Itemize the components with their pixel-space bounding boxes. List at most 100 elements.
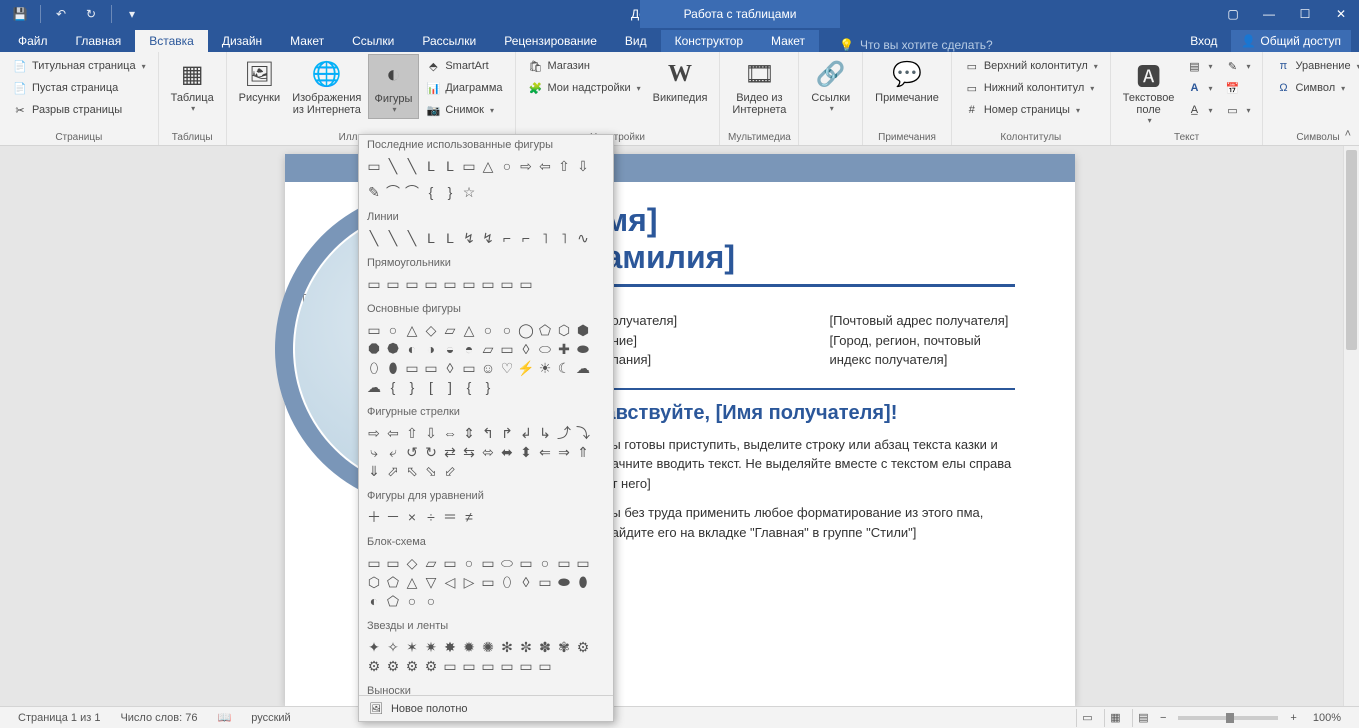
signin-button[interactable]: Вход	[1176, 30, 1231, 52]
save-button[interactable]: 💾	[6, 2, 34, 26]
shape-option[interactable]: ▭	[555, 554, 573, 572]
tab-layout-table[interactable]: Макет	[757, 30, 819, 52]
shape-option[interactable]: ▭	[441, 554, 459, 572]
footer-button[interactable]: ▭Нижний колонтитул▾	[960, 78, 1102, 98]
minimize-button[interactable]: —	[1251, 2, 1287, 26]
shape-option[interactable]: }	[403, 378, 421, 396]
zoom-level[interactable]: 100%	[1303, 712, 1351, 724]
quickparts-button[interactable]: ▤▾	[1182, 56, 1216, 76]
shape-option[interactable]: ⬠	[384, 592, 402, 610]
wordart-button[interactable]: A▾	[1182, 78, 1216, 98]
shape-option[interactable]: ⇓	[365, 462, 383, 480]
shape-option[interactable]: ╲	[403, 157, 421, 175]
textbox-button[interactable]: 🅰Текстовое поле▾	[1117, 54, 1181, 129]
shape-option[interactable]: ⬮	[384, 359, 402, 377]
status-language[interactable]: русский	[241, 712, 300, 724]
shape-option[interactable]: ○	[403, 592, 421, 610]
zoom-slider[interactable]	[1178, 716, 1278, 720]
shape-option[interactable]: L	[422, 229, 440, 247]
shape-option[interactable]: ☆	[460, 183, 478, 201]
shape-option[interactable]: ×	[403, 508, 421, 526]
shape-option[interactable]: ✽	[536, 638, 554, 656]
tab-references[interactable]: Ссылки	[338, 30, 408, 52]
shape-option[interactable]: ⇧	[403, 424, 421, 442]
shape-option[interactable]: ▭	[460, 657, 478, 675]
datetime-button[interactable]: 📅	[1220, 78, 1254, 98]
shape-option[interactable]: ⬀	[384, 462, 402, 480]
shape-option[interactable]: ╲	[384, 157, 402, 175]
shape-option[interactable]: ☁	[365, 378, 383, 396]
shape-option[interactable]: ◊	[517, 573, 535, 591]
shape-option[interactable]: ✧	[384, 638, 402, 656]
shape-option[interactable]: △	[403, 321, 421, 339]
shape-option[interactable]: ⬢	[574, 321, 592, 339]
shape-option[interactable]: ▭	[517, 275, 535, 293]
doc-heading-name[interactable]: мя]	[605, 202, 1015, 239]
shape-option[interactable]: }	[479, 378, 497, 396]
shape-option[interactable]: ╲	[384, 229, 402, 247]
shape-option[interactable]: ⇑	[574, 443, 592, 461]
shape-option[interactable]: ◇	[422, 321, 440, 339]
shape-option[interactable]: ⇆	[460, 443, 478, 461]
shape-option[interactable]: ✹	[460, 638, 478, 656]
shape-option[interactable]: L	[441, 157, 459, 175]
shape-option[interactable]: ◐	[403, 340, 421, 358]
shape-option[interactable]: ⚙	[574, 638, 592, 656]
shape-option[interactable]: ▭	[536, 657, 554, 675]
shape-option[interactable]: ⬍	[517, 443, 535, 461]
doc-heading-surname[interactable]: амилия]	[605, 239, 1015, 276]
my-addins-button[interactable]: 🧩Мои надстройки▾	[524, 78, 645, 98]
pictures-button[interactable]: 🖼Рисунки	[233, 54, 286, 108]
shape-option[interactable]: ⇨	[365, 424, 383, 442]
shape-option[interactable]: ⚡	[517, 359, 535, 377]
smartart-button[interactable]: ⬘SmartArt	[421, 56, 506, 76]
shape-option[interactable]: ⬄	[479, 443, 497, 461]
shape-option[interactable]: ▱	[479, 340, 497, 358]
view-read-button[interactable]: ▭	[1076, 709, 1098, 727]
shape-option[interactable]: ˥	[555, 229, 573, 247]
shape-option[interactable]: ▭	[365, 275, 383, 293]
shape-option[interactable]: ⬌	[498, 443, 516, 461]
shape-option[interactable]: ▭	[479, 554, 497, 572]
shape-option[interactable]: ↯	[479, 229, 497, 247]
shape-option[interactable]: ⚙	[403, 657, 421, 675]
shape-option[interactable]: ▭	[574, 554, 592, 572]
shape-option[interactable]: ⤴	[555, 424, 573, 442]
shape-option[interactable]: ▭	[517, 554, 535, 572]
body-paragraph-1[interactable]: вы готовы приступить, выделите строку ил…	[605, 435, 1015, 494]
tab-constructor[interactable]: Конструктор	[661, 30, 757, 52]
shape-option[interactable]: ▭	[422, 275, 440, 293]
shape-option[interactable]: ╲	[403, 229, 421, 247]
shape-option[interactable]: ⬡	[365, 573, 383, 591]
column-1[interactable]: получателя] ание] ипания]	[605, 311, 790, 370]
shape-option[interactable]: L	[441, 229, 459, 247]
shape-option[interactable]: ○	[536, 554, 554, 572]
tab-insert[interactable]: Вставка	[135, 30, 208, 52]
shape-option[interactable]: ○	[498, 321, 516, 339]
shape-option[interactable]: ▭	[460, 157, 478, 175]
shape-option[interactable]: ▱	[441, 321, 459, 339]
shape-option[interactable]: ⌐	[517, 229, 535, 247]
shape-option[interactable]: ⌒	[403, 183, 421, 201]
shape-option[interactable]: ⚙	[422, 657, 440, 675]
symbol-button[interactable]: ΩСимвол▾	[1271, 78, 1359, 98]
wikipedia-button[interactable]: WВикипедия	[647, 54, 714, 108]
equation-button[interactable]: πУравнение▾	[1271, 56, 1359, 76]
shape-option[interactable]: ∿	[574, 229, 592, 247]
shape-option[interactable]: ✾	[555, 638, 573, 656]
tellme-search[interactable]: 💡 Что вы хотите сделать?	[819, 38, 1176, 52]
shape-option[interactable]: ✻	[498, 638, 516, 656]
shape-option[interactable]: ✸	[441, 638, 459, 656]
shape-option[interactable]: ✚	[555, 340, 573, 358]
shape-option[interactable]: ▭	[403, 275, 421, 293]
dropcap-button[interactable]: A̲▾	[1182, 100, 1216, 120]
shape-option[interactable]: ○	[460, 554, 478, 572]
shape-option[interactable]: ✺	[479, 638, 497, 656]
links-button[interactable]: 🔗Ссылки▾	[805, 54, 856, 117]
shape-option[interactable]: ⬬	[574, 340, 592, 358]
shape-option[interactable]: ↰	[479, 424, 497, 442]
shape-option[interactable]: ⯄	[384, 340, 402, 358]
greeting-text[interactable]: авствуйте, [Имя получателя]!	[605, 402, 1015, 425]
column-2[interactable]: [Почтовый адрес получателя] [Город, реги…	[830, 311, 1015, 370]
shape-option[interactable]: △	[479, 157, 497, 175]
